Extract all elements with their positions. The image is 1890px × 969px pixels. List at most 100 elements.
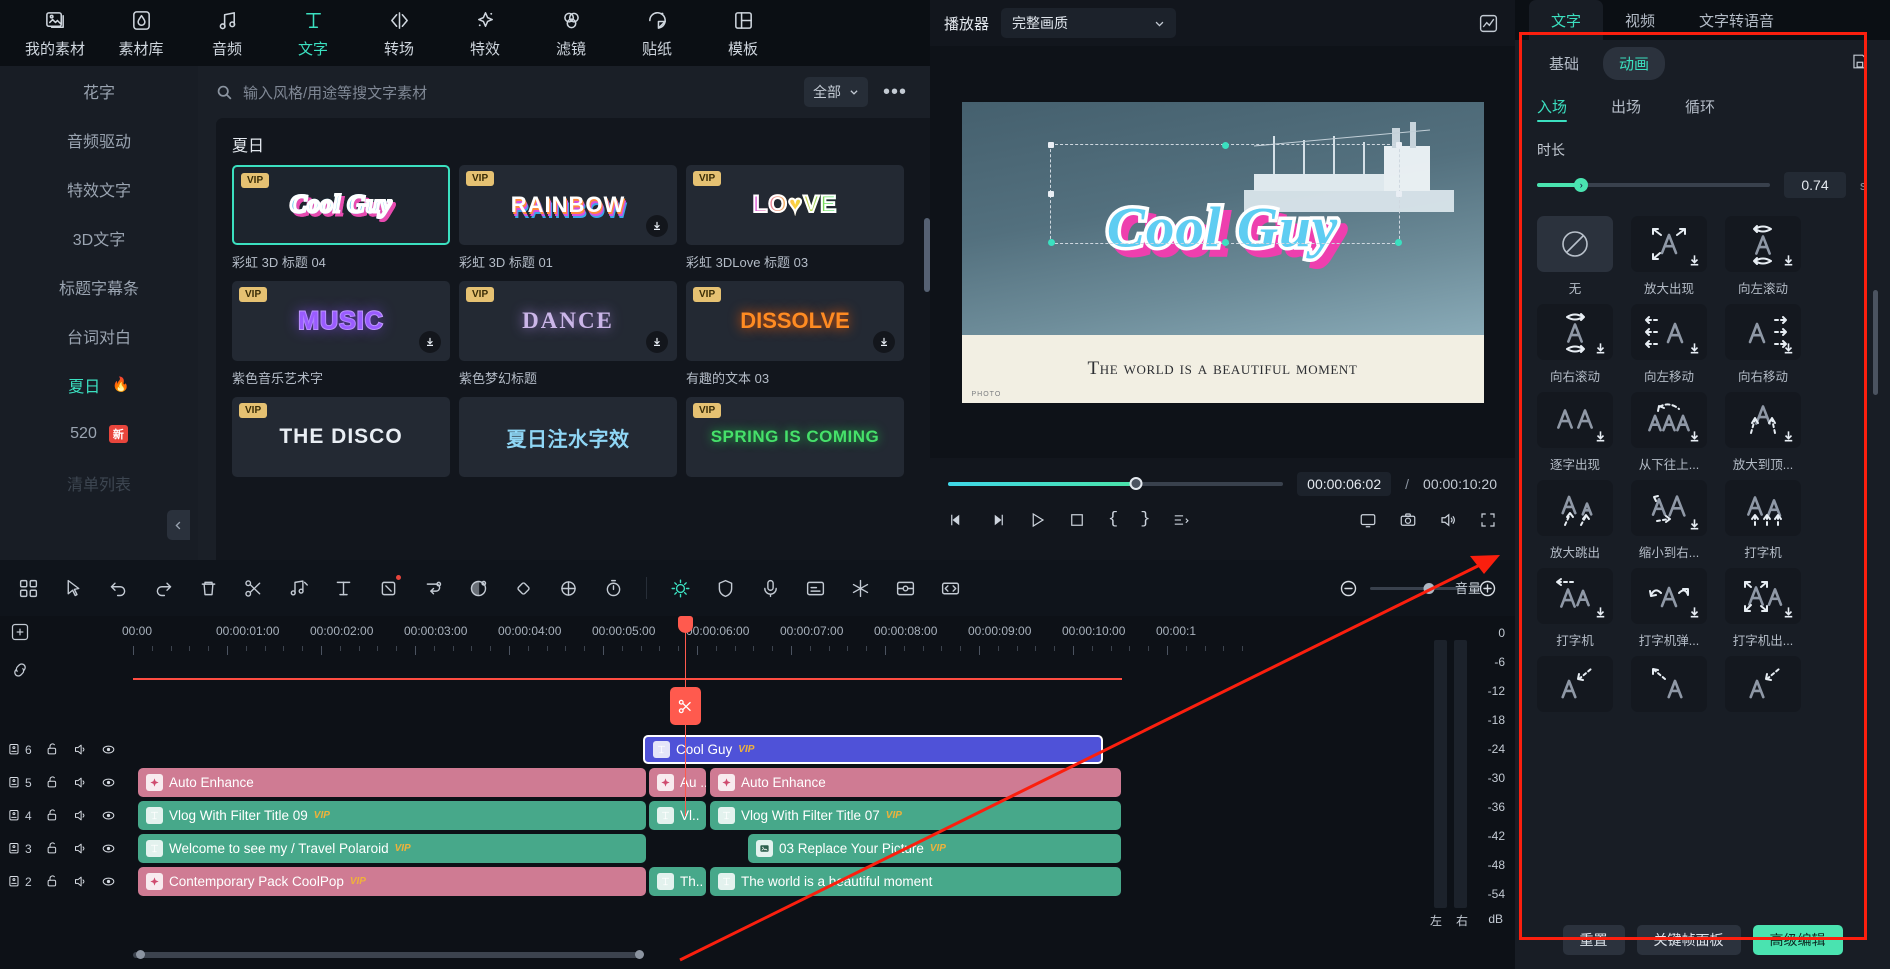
download-icon[interactable] — [646, 331, 668, 353]
zoom-knob[interactable] — [1423, 582, 1435, 594]
animation-thumbnail[interactable] — [1725, 480, 1801, 536]
animation-item-16[interactable] — [1631, 656, 1707, 718]
download-icon[interactable] — [873, 331, 895, 353]
track-type-icon[interactable] — [8, 874, 23, 889]
eye-icon[interactable] — [101, 874, 116, 889]
color-match-button[interactable] — [511, 576, 535, 600]
animation-subtab-2[interactable]: 循环 — [1685, 88, 1715, 124]
nav-item-3[interactable]: 文字 — [272, 2, 354, 64]
sidebar-item-5[interactable]: 台词对白 — [0, 311, 198, 360]
zoom-slider[interactable] — [1370, 582, 1465, 594]
animation-thumbnail[interactable] — [1631, 656, 1707, 712]
animation-thumbnail[interactable] — [1725, 568, 1801, 624]
nav-item-2[interactable]: 音频 — [186, 2, 268, 64]
sidebar-item-6[interactable]: 夏日 🔥 — [0, 360, 198, 409]
download-icon[interactable] — [1781, 341, 1796, 356]
panel-tab-1[interactable]: 视频 — [1603, 0, 1677, 40]
panel-tab-0[interactable]: 文字 — [1529, 0, 1604, 40]
animation-item-7[interactable]: 从下往上... — [1631, 392, 1707, 473]
mute-icon[interactable] — [73, 742, 88, 757]
nav-item-4[interactable]: 转场 — [358, 2, 440, 64]
panel-footer-button-1[interactable]: 关键帧面板 — [1636, 925, 1741, 955]
sidebar-item-0[interactable]: 花字 — [0, 66, 198, 115]
download-icon[interactable] — [1687, 253, 1702, 268]
nav-item-6[interactable]: 滤镜 — [530, 2, 612, 64]
filter-dropdown[interactable]: 全部 — [804, 77, 868, 107]
asset-card[interactable]: VIP DISSOLVE 有趣的文本 03 — [686, 281, 904, 387]
animation-thumbnail[interactable] — [1537, 392, 1613, 448]
animation-item-13[interactable]: 打字机弹... — [1631, 568, 1707, 649]
download-icon[interactable] — [419, 331, 441, 353]
duration-slider[interactable]: › — [1537, 178, 1770, 192]
download-icon[interactable] — [1593, 429, 1608, 444]
timeline-clip[interactable]: Welcome to see my / Travel Polaroid VIP — [138, 834, 646, 863]
asset-thumbnail[interactable]: 夏日注水字效 — [459, 397, 677, 477]
zoom-out-button[interactable] — [1336, 576, 1360, 600]
record-button[interactable] — [758, 576, 782, 600]
playback-progress-slider[interactable] — [948, 477, 1284, 490]
download-icon[interactable] — [1687, 341, 1702, 356]
auto-adjust-button[interactable] — [668, 576, 692, 600]
timeline-clip[interactable]: Vlog With Filter Title 09 VIP — [138, 801, 646, 830]
mute-icon[interactable] — [73, 775, 88, 790]
animation-item-1[interactable]: 放大出现 — [1631, 216, 1707, 297]
speed-button[interactable] — [421, 576, 445, 600]
animation-item-3[interactable]: 向右滚动 — [1537, 304, 1613, 385]
quality-dropdown[interactable]: 完整画质 — [1001, 8, 1177, 38]
download-icon[interactable] — [1593, 605, 1608, 620]
select-tool-button[interactable] — [61, 576, 85, 600]
sidebar-item-3[interactable]: 3D文字 — [0, 213, 198, 262]
sidebar-item-4[interactable]: 标题字幕条 — [0, 262, 198, 311]
asset-thumbnail[interactable]: VIP DANCE — [459, 281, 677, 361]
animation-item-12[interactable]: 打字机 — [1537, 568, 1613, 649]
asset-card[interactable]: VIP Cool Guy 彩虹 3D 标题 04 — [232, 165, 450, 271]
download-icon[interactable] — [1781, 253, 1796, 268]
current-timecode[interactable]: 00:00:06:02 — [1297, 472, 1392, 496]
lock-icon[interactable] — [45, 841, 60, 856]
timeline-clip[interactable]: Vl.. — [649, 801, 706, 830]
sidebar-item-7[interactable]: 520 新 — [0, 409, 198, 458]
preview-caption-text[interactable]: The world is a beautiful moment — [1088, 358, 1358, 380]
timeline-clip[interactable]: Contemporary Pack CoolPop VIP — [138, 867, 646, 896]
animation-thumbnail[interactable] — [1537, 216, 1613, 272]
animation-thumbnail[interactable] — [1537, 568, 1613, 624]
prev-frame-button[interactable] — [948, 511, 966, 529]
animation-item-4[interactable]: 向左移动 — [1631, 304, 1707, 385]
timeline-clip[interactable]: Th.. — [649, 867, 706, 896]
redo-button[interactable] — [151, 576, 175, 600]
keyframe-button[interactable] — [893, 576, 917, 600]
asset-card[interactable]: VIP DANCE 紫色梦幻标题 — [459, 281, 677, 387]
animation-item-2[interactable]: 向左滚动 — [1725, 216, 1801, 297]
panel-scrollbar[interactable] — [1873, 290, 1878, 590]
add-text-button[interactable] — [331, 576, 355, 600]
crop-button[interactable] — [376, 575, 401, 600]
segment-1[interactable]: 动画 — [1603, 46, 1666, 80]
asset-thumbnail[interactable]: VIP SPRING IS COMING — [686, 397, 904, 477]
asset-thumbnail[interactable]: VIP MUSIC — [232, 281, 450, 361]
link-button[interactable] — [10, 660, 30, 685]
play-button[interactable] — [1028, 511, 1046, 529]
lock-icon[interactable] — [45, 874, 60, 889]
asset-thumbnail[interactable]: VIP THE DISCO — [232, 397, 450, 477]
timeline-horizontal-scrollbar[interactable] — [133, 950, 1263, 959]
timeline-clip[interactable]: Au .. — [649, 768, 706, 797]
nav-item-5[interactable]: 特效 — [444, 2, 526, 64]
animation-subtab-0[interactable]: 入场 — [1537, 88, 1568, 124]
animation-thumbnail[interactable] — [1631, 568, 1707, 624]
download-icon[interactable] — [1687, 429, 1702, 444]
animation-item-14[interactable]: 打字机出... — [1725, 568, 1801, 649]
animation-thumbnail[interactable] — [1537, 304, 1613, 360]
mask-button[interactable] — [466, 576, 490, 600]
asset-thumbnail[interactable]: VIP Cool Guy — [232, 165, 450, 245]
animation-thumbnail[interactable] — [1631, 392, 1707, 448]
asset-card[interactable]: VIP SPRING IS COMING — [686, 397, 904, 484]
fit-button[interactable] — [938, 576, 962, 600]
sidebar-collapse-button[interactable] — [167, 510, 190, 540]
stabilize-button[interactable] — [601, 576, 625, 600]
animation-thumbnail[interactable] — [1631, 304, 1707, 360]
download-icon[interactable] — [1593, 341, 1608, 356]
sidebar-item-2[interactable]: 特效文字 — [0, 164, 198, 213]
asset-card[interactable]: 夏日注水字效 — [459, 397, 677, 484]
stop-button[interactable] — [1068, 511, 1086, 529]
align-button[interactable] — [1172, 511, 1190, 529]
